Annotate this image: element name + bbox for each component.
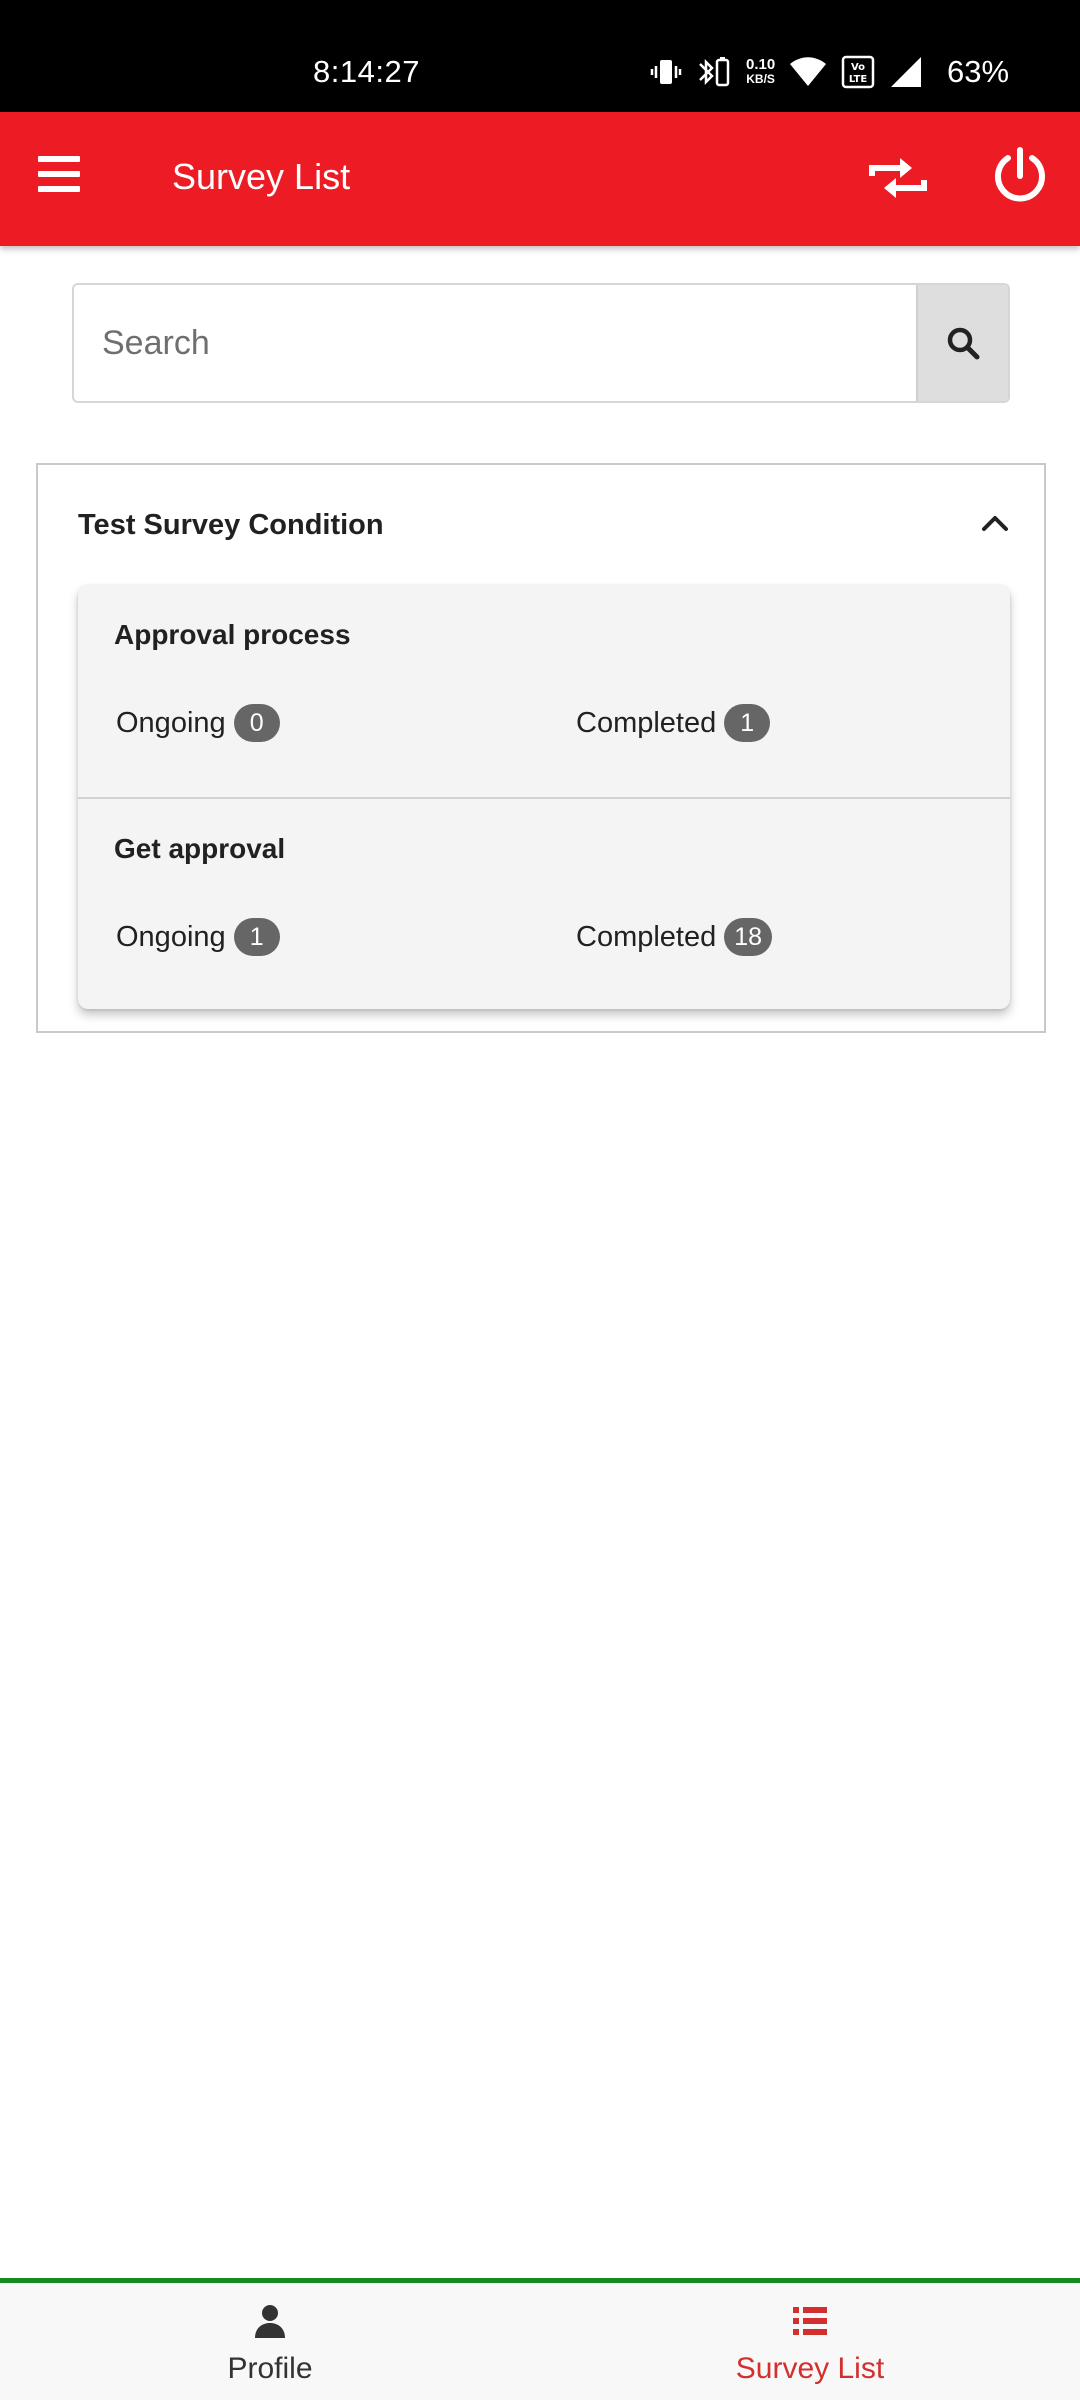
completed-count-badge: 18	[724, 918, 772, 956]
power-icon	[990, 144, 1050, 208]
bottom-navigation: Profile Survey List	[0, 2278, 1080, 2400]
completed-count-badge: 1	[724, 704, 770, 742]
hamburger-menu-icon	[36, 150, 82, 198]
search-bar	[72, 283, 1010, 403]
battery-percentage: 63%	[947, 50, 1009, 94]
survey-item[interactable]: Get approval Ongoing 1 Completed 18	[78, 797, 1010, 1009]
survey-group-title: Test Survey Condition	[78, 505, 384, 545]
menu-button[interactable]	[36, 150, 82, 198]
svg-text:Vo: Vo	[851, 62, 865, 73]
person-icon	[252, 2303, 288, 2339]
ongoing-count-badge: 1	[234, 918, 280, 956]
nav-label-profile: Profile	[0, 2349, 540, 2389]
search-input[interactable]	[74, 285, 916, 401]
net-speed: 0.10 KB/S	[746, 57, 775, 87]
net-speed-value: 0.10	[746, 57, 775, 72]
ongoing-label: Ongoing	[116, 917, 226, 957]
nav-item-profile[interactable]: Profile	[0, 2283, 540, 2400]
list-icon	[792, 2303, 828, 2339]
completed-label: Completed	[576, 917, 716, 957]
survey-name: Approval process	[114, 615, 351, 655]
signal-icon	[889, 55, 923, 89]
survey-group-card: Test Survey Condition Approval process O…	[36, 463, 1046, 1033]
vibrate-icon	[650, 56, 682, 88]
net-speed-unit: KB/S	[746, 72, 775, 87]
status-icons: 0.10 KB/S Vo LTE	[650, 50, 923, 94]
volte-icon: Vo LTE	[841, 55, 875, 89]
app-bar: Survey List	[0, 112, 1080, 246]
survey-name: Get approval	[114, 829, 285, 869]
search-icon	[946, 326, 980, 360]
survey-group-header[interactable]: Test Survey Condition	[38, 465, 1044, 575]
wifi-icon	[789, 56, 827, 88]
nav-item-survey-list[interactable]: Survey List	[540, 2283, 1080, 2400]
survey-list: Approval process Ongoing 0 Completed 1 G…	[78, 585, 1010, 1009]
ongoing-stat: Ongoing 1	[116, 917, 280, 957]
completed-stat: Completed 18	[576, 917, 772, 957]
ongoing-label: Ongoing	[116, 703, 226, 743]
sync-arrows-icon	[866, 146, 930, 210]
svg-text:LTE: LTE	[849, 74, 868, 85]
logout-button[interactable]	[990, 144, 1050, 208]
completed-label: Completed	[576, 703, 716, 743]
chevron-up-icon[interactable]	[980, 511, 1010, 535]
ongoing-stat: Ongoing 0	[116, 703, 280, 743]
status-bar: 8:14:27 0.10 KB/S Vo	[0, 0, 1080, 112]
survey-item[interactable]: Approval process Ongoing 0 Completed 1	[78, 585, 1010, 797]
nav-label-survey-list: Survey List	[540, 2349, 1080, 2389]
bluetooth-battery-icon	[696, 55, 732, 89]
ongoing-count-badge: 0	[234, 704, 280, 742]
completed-stat: Completed 1	[576, 703, 770, 743]
status-time: 8:14:27	[313, 50, 420, 94]
page-title: Survey List	[172, 152, 350, 202]
sync-button[interactable]	[866, 146, 930, 210]
search-button[interactable]	[916, 285, 1008, 401]
